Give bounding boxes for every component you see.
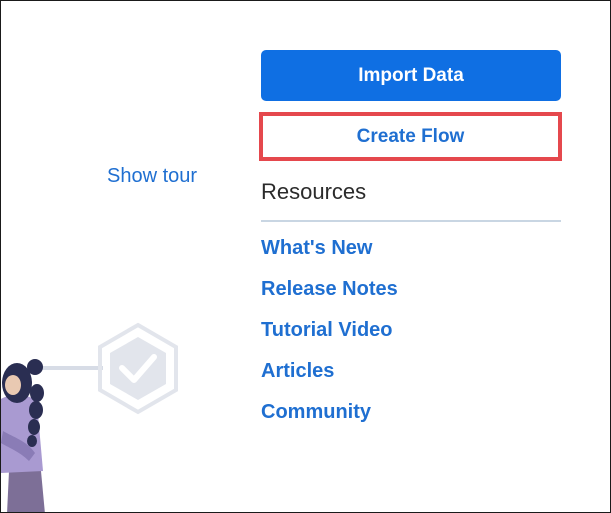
resources-heading: Resources [261,179,367,204]
articles-link[interactable]: Articles [261,360,334,382]
tutorial-video-link[interactable]: Tutorial Video [261,319,393,341]
list-item: Articles [261,360,398,401]
resources-divider [261,220,561,222]
person-figure [1,359,45,512]
onboarding-illustration [1,322,178,512]
release-notes-link[interactable]: Release Notes [261,278,398,300]
community-link[interactable]: Community [261,401,371,423]
show-tour-link[interactable]: Show tour [107,165,197,188]
list-item: Tutorial Video [261,319,398,360]
create-flow-button[interactable]: Create Flow [259,112,562,161]
onboarding-panel: Show tour Import Data Create Flow Resour… [0,0,611,513]
whats-new-link[interactable]: What's New [261,237,372,259]
resources-list: What's New Release Notes Tutorial Video … [261,237,398,442]
checkmark-hexagon-icon [98,322,178,415]
list-item: Community [261,401,398,442]
import-data-button[interactable]: Import Data [261,50,561,101]
list-item: Release Notes [261,278,398,319]
list-item: What's New [261,237,398,278]
